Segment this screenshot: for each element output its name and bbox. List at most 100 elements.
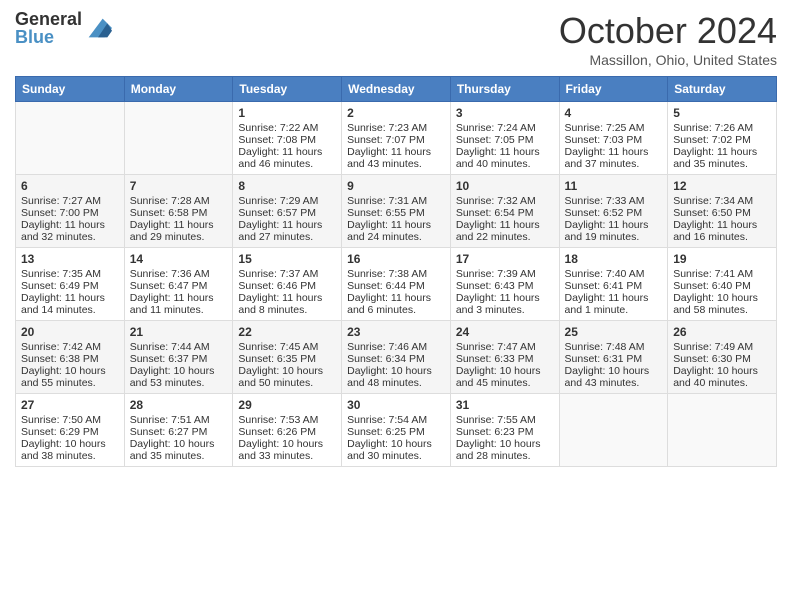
sunset-text: Sunset: 6:30 PM bbox=[673, 353, 771, 365]
sunset-text: Sunset: 6:29 PM bbox=[21, 426, 119, 438]
day-number: 23 bbox=[347, 325, 445, 339]
calendar-cell: 25Sunrise: 7:48 AMSunset: 6:31 PMDayligh… bbox=[559, 321, 668, 394]
day-number: 4 bbox=[565, 106, 663, 120]
calendar-cell: 3Sunrise: 7:24 AMSunset: 7:05 PMDaylight… bbox=[450, 102, 559, 175]
sunrise-text: Sunrise: 7:24 AM bbox=[456, 122, 554, 134]
calendar-week-row: 1Sunrise: 7:22 AMSunset: 7:08 PMDaylight… bbox=[16, 102, 777, 175]
logo-icon bbox=[84, 14, 112, 42]
sunrise-text: Sunrise: 7:40 AM bbox=[565, 268, 663, 280]
sunset-text: Sunset: 6:35 PM bbox=[238, 353, 336, 365]
calendar-cell: 28Sunrise: 7:51 AMSunset: 6:27 PMDayligh… bbox=[124, 394, 233, 467]
sunrise-text: Sunrise: 7:48 AM bbox=[565, 341, 663, 353]
calendar-cell: 11Sunrise: 7:33 AMSunset: 6:52 PMDayligh… bbox=[559, 175, 668, 248]
sunrise-text: Sunrise: 7:50 AM bbox=[21, 414, 119, 426]
day-number: 12 bbox=[673, 179, 771, 193]
sunset-text: Sunset: 7:07 PM bbox=[347, 134, 445, 146]
sunrise-text: Sunrise: 7:51 AM bbox=[130, 414, 228, 426]
calendar-cell: 16Sunrise: 7:38 AMSunset: 6:44 PMDayligh… bbox=[342, 248, 451, 321]
daylight-text: Daylight: 11 hours and 32 minutes. bbox=[21, 219, 119, 243]
day-number: 15 bbox=[238, 252, 336, 266]
sunset-text: Sunset: 7:02 PM bbox=[673, 134, 771, 146]
calendar-cell bbox=[668, 394, 777, 467]
sunset-text: Sunset: 7:03 PM bbox=[565, 134, 663, 146]
sunrise-text: Sunrise: 7:28 AM bbox=[130, 195, 228, 207]
day-number: 6 bbox=[21, 179, 119, 193]
day-number: 30 bbox=[347, 398, 445, 412]
calendar-day-header: Monday bbox=[124, 77, 233, 102]
daylight-text: Daylight: 11 hours and 19 minutes. bbox=[565, 219, 663, 243]
calendar-header-row: SundayMondayTuesdayWednesdayThursdayFrid… bbox=[16, 77, 777, 102]
day-number: 16 bbox=[347, 252, 445, 266]
calendar-cell: 4 Sunrise: 7:25 AMSunset: 7:03 PMDaylight… bbox=[559, 102, 668, 175]
calendar-table: SundayMondayTuesdayWednesdayThursdayFrid… bbox=[15, 76, 777, 467]
page-header: General Blue October 2024 Massillon, Ohi… bbox=[15, 10, 777, 68]
calendar-cell: 22Sunrise: 7:45 AMSunset: 6:35 PMDayligh… bbox=[233, 321, 342, 394]
calendar-day-header: Tuesday bbox=[233, 77, 342, 102]
calendar-cell: 27Sunrise: 7:50 AMSunset: 6:29 PMDayligh… bbox=[16, 394, 125, 467]
sunset-text: Sunset: 6:34 PM bbox=[347, 353, 445, 365]
calendar-cell: 17Sunrise: 7:39 AMSunset: 6:43 PMDayligh… bbox=[450, 248, 559, 321]
day-number: 27 bbox=[21, 398, 119, 412]
daylight-text: Daylight: 10 hours and 30 minutes. bbox=[347, 438, 445, 462]
sunset-text: Sunset: 6:23 PM bbox=[456, 426, 554, 438]
calendar-cell bbox=[16, 102, 125, 175]
daylight-text: Daylight: 10 hours and 50 minutes. bbox=[238, 365, 336, 389]
daylight-text: Daylight: 10 hours and 43 minutes. bbox=[565, 365, 663, 389]
sunset-text: Sunset: 6:47 PM bbox=[130, 280, 228, 292]
sunrise-text: Sunrise: 7:33 AM bbox=[565, 195, 663, 207]
sunset-text: Sunset: 6:44 PM bbox=[347, 280, 445, 292]
calendar-cell: 18 Sunrise: 7:40 AMSunset: 6:41 PMDayligh… bbox=[559, 248, 668, 321]
day-number: 24 bbox=[456, 325, 554, 339]
daylight-text: Daylight: 10 hours and 28 minutes. bbox=[456, 438, 554, 462]
calendar-week-row: 13Sunrise: 7:35 AMSunset: 6:49 PMDayligh… bbox=[16, 248, 777, 321]
calendar-cell: 5Sunrise: 7:26 AMSunset: 7:02 PMDaylight… bbox=[668, 102, 777, 175]
sunrise-text: Sunrise: 7:35 AM bbox=[21, 268, 119, 280]
daylight-text: Daylight: 11 hours and 1 minute. bbox=[565, 292, 663, 316]
day-number: 8 bbox=[238, 179, 336, 193]
calendar-cell: 7Sunrise: 7:28 AMSunset: 6:58 PMDaylight… bbox=[124, 175, 233, 248]
daylight-text: Daylight: 11 hours and 24 minutes. bbox=[347, 219, 445, 243]
calendar-cell: 29Sunrise: 7:53 AMSunset: 6:26 PMDayligh… bbox=[233, 394, 342, 467]
day-number: 1 bbox=[238, 106, 336, 120]
calendar-cell bbox=[124, 102, 233, 175]
calendar-cell: 24Sunrise: 7:47 AMSunset: 6:33 PMDayligh… bbox=[450, 321, 559, 394]
calendar-cell: 10Sunrise: 7:32 AMSunset: 6:54 PMDayligh… bbox=[450, 175, 559, 248]
calendar-cell: 12Sunrise: 7:34 AMSunset: 6:50 PMDayligh… bbox=[668, 175, 777, 248]
day-number: 29 bbox=[238, 398, 336, 412]
logo: General Blue bbox=[15, 10, 112, 46]
sunset-text: Sunset: 6:55 PM bbox=[347, 207, 445, 219]
sunset-text: Sunset: 6:50 PM bbox=[673, 207, 771, 219]
daylight-text: Daylight: 11 hours and 11 minutes. bbox=[130, 292, 228, 316]
sunrise-text: Sunrise: 7:41 AM bbox=[673, 268, 771, 280]
day-number: 2 bbox=[347, 106, 445, 120]
sunset-text: Sunset: 6:46 PM bbox=[238, 280, 336, 292]
daylight-text: Daylight: 11 hours and 35 minutes. bbox=[673, 146, 771, 170]
sunrise-text: Sunrise: 7:42 AM bbox=[21, 341, 119, 353]
daylight-text: Daylight: 11 hours and 37 minutes. bbox=[565, 146, 663, 170]
calendar-day-header: Thursday bbox=[450, 77, 559, 102]
sunset-text: Sunset: 6:58 PM bbox=[130, 207, 228, 219]
calendar-cell: 13Sunrise: 7:35 AMSunset: 6:49 PMDayligh… bbox=[16, 248, 125, 321]
day-number: 9 bbox=[347, 179, 445, 193]
calendar-cell: 2Sunrise: 7:23 AMSunset: 7:07 PMDaylight… bbox=[342, 102, 451, 175]
day-number: 31 bbox=[456, 398, 554, 412]
day-number: 18 bbox=[565, 252, 663, 266]
day-number: 7 bbox=[130, 179, 228, 193]
day-number: 21 bbox=[130, 325, 228, 339]
sunset-text: Sunset: 6:41 PM bbox=[565, 280, 663, 292]
sunset-text: Sunset: 6:57 PM bbox=[238, 207, 336, 219]
sunrise-text: Sunrise: 7:46 AM bbox=[347, 341, 445, 353]
sunset-text: Sunset: 6:37 PM bbox=[130, 353, 228, 365]
day-number: 3 bbox=[456, 106, 554, 120]
sunrise-text: Sunrise: 7:53 AM bbox=[238, 414, 336, 426]
sunrise-text: Sunrise: 7:25 AM bbox=[565, 122, 663, 134]
daylight-text: Daylight: 10 hours and 40 minutes. bbox=[673, 365, 771, 389]
daylight-text: Daylight: 11 hours and 43 minutes. bbox=[347, 146, 445, 170]
sunrise-text: Sunrise: 7:47 AM bbox=[456, 341, 554, 353]
calendar-cell: 9Sunrise: 7:31 AMSunset: 6:55 PMDaylight… bbox=[342, 175, 451, 248]
sunset-text: Sunset: 6:49 PM bbox=[21, 280, 119, 292]
daylight-text: Daylight: 10 hours and 55 minutes. bbox=[21, 365, 119, 389]
daylight-text: Daylight: 11 hours and 3 minutes. bbox=[456, 292, 554, 316]
daylight-text: Daylight: 11 hours and 40 minutes. bbox=[456, 146, 554, 170]
day-number: 11 bbox=[565, 179, 663, 193]
